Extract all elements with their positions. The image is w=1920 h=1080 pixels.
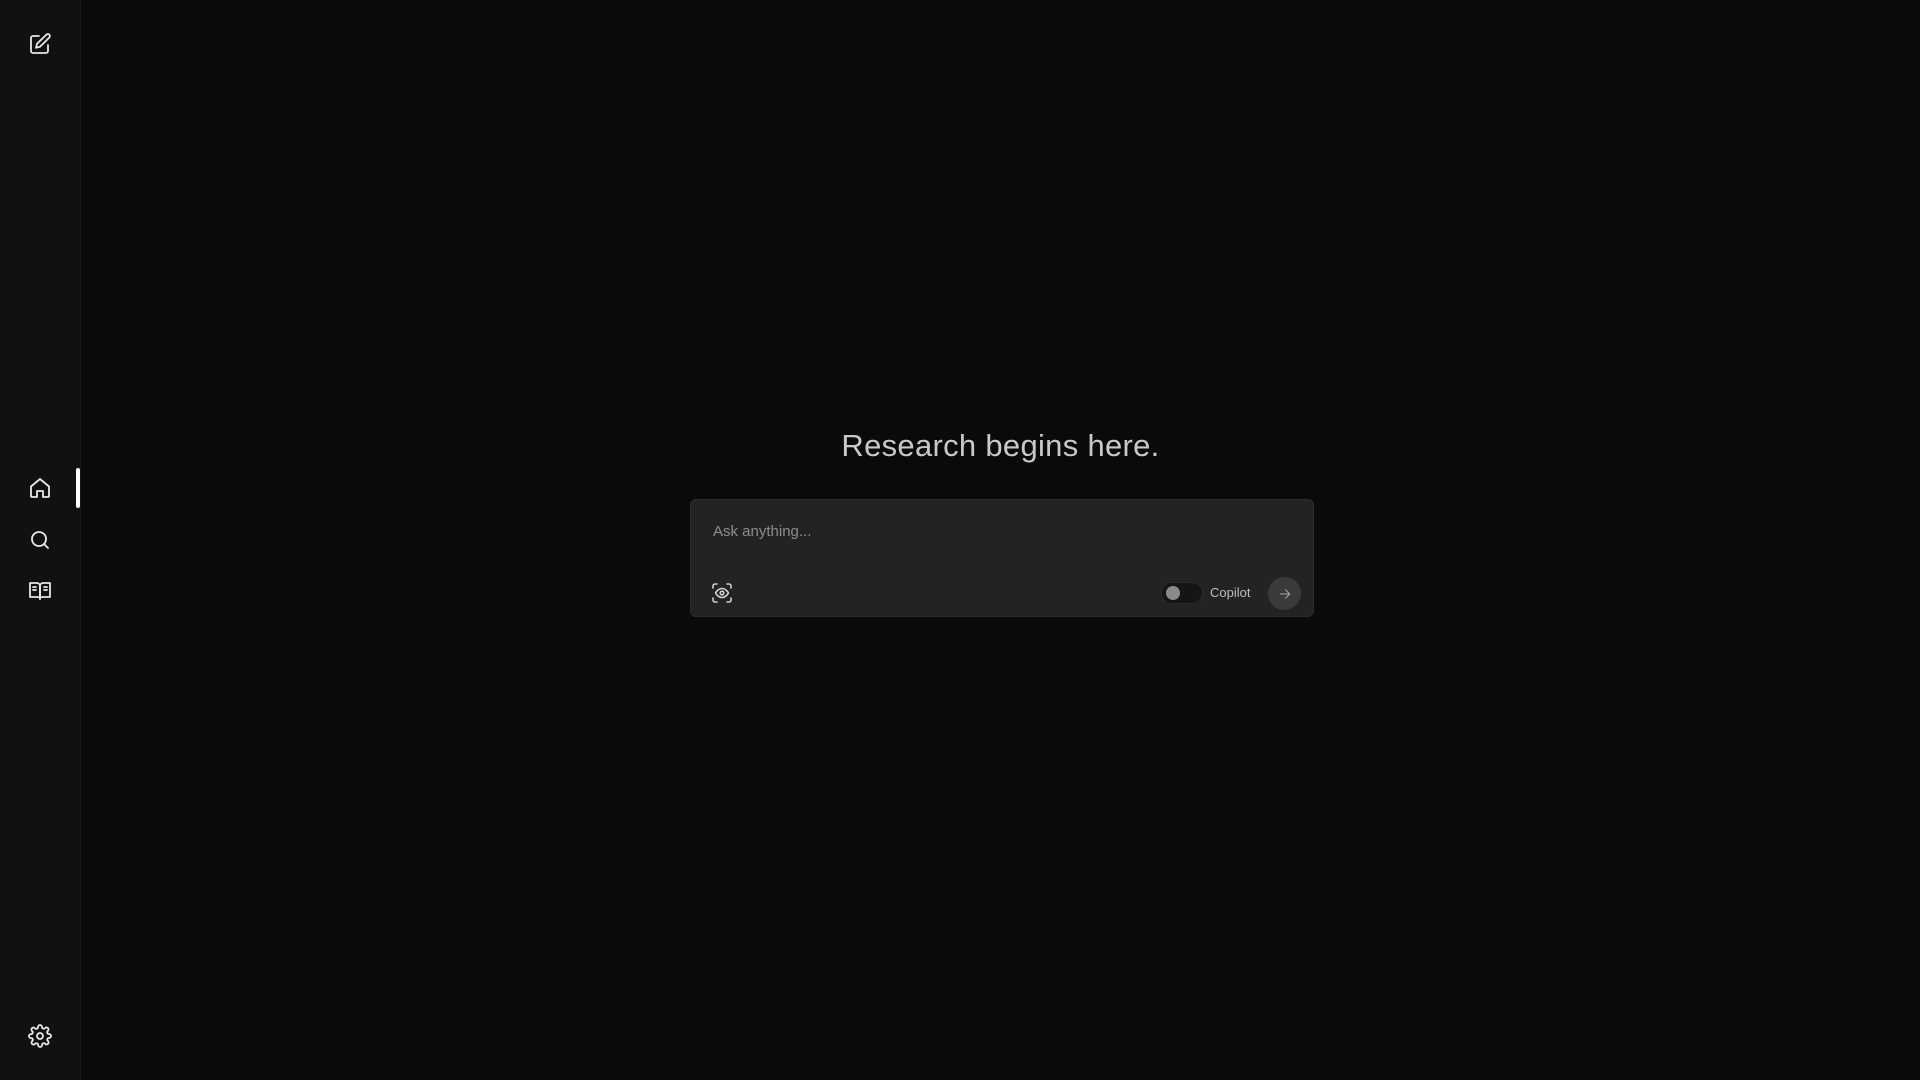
edit-icon: [30, 33, 51, 54]
gear-icon: [28, 1024, 52, 1048]
toggle-knob: [1166, 586, 1180, 600]
scan-eye-icon: [712, 583, 732, 603]
sidebar-item-discover[interactable]: [20, 520, 60, 560]
home-icon: [30, 478, 50, 498]
page-title: Research begins here.: [841, 428, 1160, 463]
active-nav-indicator: [76, 468, 80, 508]
search-input[interactable]: [711, 516, 1295, 546]
app-root: Research begins here. Copilot: [0, 0, 1920, 1080]
copilot-toggle[interactable]: [1161, 582, 1203, 604]
focus-mode-button[interactable]: [709, 580, 735, 606]
book-icon: [29, 582, 51, 600]
arrow-right-icon: [1279, 588, 1290, 599]
copilot-label: Copilot: [1210, 585, 1251, 600]
search-composer: Copilot: [690, 499, 1314, 617]
sidebar: [0, 0, 81, 1080]
settings-button[interactable]: [20, 1016, 60, 1056]
search-icon: [31, 531, 49, 549]
submit-button[interactable]: [1268, 577, 1301, 610]
sidebar-item-home[interactable]: [20, 468, 60, 508]
new-thread-button[interactable]: [20, 24, 60, 64]
main-content: Research begins here. Copilot: [81, 0, 1920, 1080]
sidebar-item-library[interactable]: [20, 571, 60, 611]
